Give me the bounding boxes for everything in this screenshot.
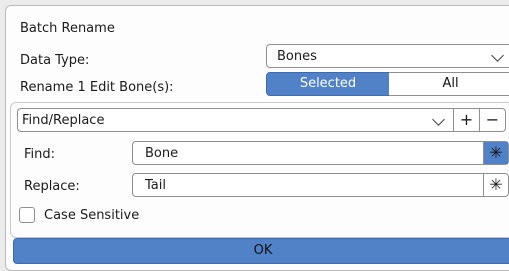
replace-input[interactable]: Tail ✳	[132, 173, 509, 197]
data-type-value: Bones	[277, 49, 317, 64]
ok-label: OK	[253, 243, 273, 258]
chevron-down-icon	[432, 113, 445, 126]
operation-value: Find/Replace	[22, 113, 105, 128]
mode-all-button[interactable]: All	[389, 72, 509, 96]
remove-operation-button[interactable]: −	[480, 108, 506, 132]
find-label: Find:	[24, 147, 56, 162]
data-type-value-text: Bones	[277, 49, 317, 64]
rename-count-label: Rename 1 Edit Bone(s):	[20, 80, 174, 95]
mode-selected-button[interactable]: Selected	[266, 72, 390, 96]
case-sensitive-checkbox[interactable]	[19, 207, 35, 223]
dialog-title: Batch Rename	[20, 21, 115, 36]
case-sensitive-label: Case Sensitive	[44, 208, 140, 223]
chevron-down-icon	[491, 49, 504, 62]
add-operation-button[interactable]: +	[454, 108, 480, 132]
operation-dropdown[interactable]: Find/Replace	[17, 108, 454, 132]
replace-value: Tail	[145, 178, 166, 193]
ok-button[interactable]: OK	[13, 238, 509, 264]
find-value: Bone	[145, 146, 179, 161]
regex-toggle-icon[interactable]: ✳	[483, 174, 508, 196]
regex-toggle-icon[interactable]: ✳	[483, 142, 508, 164]
find-input[interactable]: Bone ✳	[132, 141, 509, 165]
data-type-label: Data Type:	[20, 53, 90, 68]
data-type-dropdown[interactable]: Bones	[266, 44, 509, 68]
replace-label: Replace:	[24, 179, 80, 194]
